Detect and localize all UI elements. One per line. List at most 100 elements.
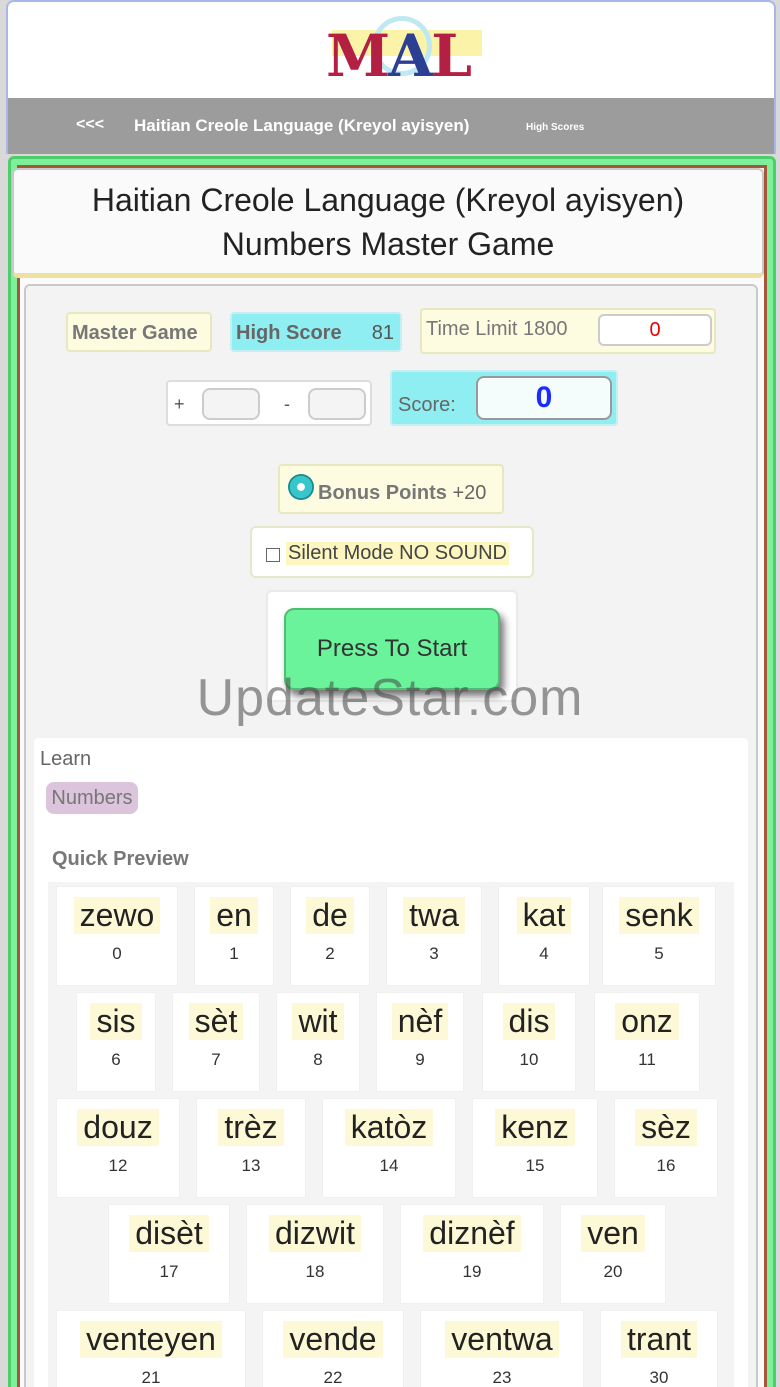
- number-digit: 4: [539, 944, 549, 963]
- number-card[interactable]: diznèf 19: [400, 1204, 544, 1304]
- high-score-badge: High Score 81: [230, 312, 402, 352]
- minus-sign: -: [284, 394, 290, 414]
- correct-wrong-counter: + -: [166, 380, 372, 426]
- number-card[interactable]: dizwit 18: [246, 1204, 384, 1304]
- number-digit: 11: [638, 1050, 656, 1069]
- number-word: ven: [581, 1215, 645, 1252]
- plus-sign: +: [174, 394, 185, 414]
- number-card[interactable]: trèz 13: [196, 1098, 306, 1198]
- number-word: senk: [619, 897, 699, 934]
- number-word: trèz: [218, 1109, 284, 1146]
- logo-text: MAL: [326, 22, 472, 90]
- number-digit: 30: [649, 1368, 669, 1387]
- language-link[interactable]: Haitian Creole Language (Kreyol ayisyen): [134, 116, 469, 136]
- number-digit: 18: [305, 1262, 325, 1281]
- number-card[interactable]: katòz 14: [322, 1098, 456, 1198]
- master-game-badge: Master Game: [66, 312, 212, 352]
- number-word: de: [306, 897, 354, 934]
- silent-mode-label: Silent Mode NO SOUND: [286, 542, 509, 565]
- number-digit: 2: [325, 944, 335, 963]
- high-score-value: 81: [371, 322, 394, 344]
- number-word: venteyen: [80, 1321, 222, 1358]
- number-digit: 9: [415, 1050, 425, 1069]
- number-card[interactable]: ven 20: [560, 1204, 666, 1304]
- number-word: vende: [283, 1321, 383, 1358]
- number-word: zewo: [73, 897, 161, 934]
- number-digit: 19: [462, 1262, 482, 1281]
- number-word: diznèf: [423, 1215, 521, 1252]
- number-digit: 15: [525, 1156, 545, 1175]
- time-limit-label: Time Limit 1800: [426, 318, 568, 340]
- number-digit: 10: [519, 1050, 539, 1069]
- number-word: nèf: [391, 1003, 449, 1040]
- number-digit: 3: [429, 944, 439, 963]
- number-card[interactable]: sèt 7: [172, 992, 260, 1092]
- number-digit: 16: [656, 1156, 676, 1175]
- number-card[interactable]: douz 12: [56, 1098, 180, 1198]
- time-limit-badge: Time Limit 1800 0: [420, 308, 716, 354]
- number-word: kenz: [495, 1109, 575, 1146]
- number-card[interactable]: onz 11: [594, 992, 700, 1092]
- number-card[interactable]: senk 5: [602, 886, 716, 986]
- number-card[interactable]: dis 10: [482, 992, 576, 1092]
- number-digit: 7: [211, 1050, 221, 1069]
- number-card[interactable]: sèz 16: [614, 1098, 718, 1198]
- score-label: Score:: [398, 394, 456, 416]
- number-digit: 23: [492, 1368, 512, 1387]
- back-link[interactable]: <<<: [76, 116, 104, 134]
- number-digit: 13: [241, 1156, 261, 1175]
- number-word: sèz: [635, 1109, 697, 1146]
- correct-count-field: [202, 388, 260, 420]
- number-digit: 12: [108, 1156, 128, 1175]
- number-word: douz: [77, 1109, 159, 1146]
- title-language: Haitian Creole Language (Kreyol ayisyen): [91, 182, 685, 218]
- number-card[interactable]: twa 3: [386, 886, 482, 986]
- number-word: sèt: [188, 1003, 244, 1040]
- number-word: disèt: [129, 1215, 209, 1252]
- number-word: onz: [615, 1003, 679, 1040]
- number-digit: 22: [323, 1368, 343, 1387]
- score-value: 0: [476, 376, 612, 420]
- time-counter: 0: [598, 314, 712, 346]
- numbers-tag[interactable]: Numbers: [46, 782, 138, 814]
- silent-mode-checkbox[interactable]: [266, 548, 280, 562]
- site-header: MAL: [6, 0, 776, 98]
- number-card[interactable]: zewo 0: [56, 886, 178, 986]
- quick-preview-heading: Quick Preview: [52, 848, 189, 870]
- number-digit: 5: [654, 944, 664, 963]
- number-card[interactable]: trant 30: [600, 1310, 718, 1387]
- number-card[interactable]: sis 6: [76, 992, 156, 1092]
- number-word: kat: [516, 897, 572, 934]
- number-word: trant: [620, 1321, 698, 1358]
- number-word: katòz: [344, 1109, 434, 1146]
- number-word: dizwit: [268, 1215, 361, 1252]
- title-game: Numbers Master Game: [221, 226, 555, 262]
- number-word: en: [210, 897, 258, 934]
- number-digit: 14: [379, 1156, 399, 1175]
- number-card[interactable]: vende 22: [262, 1310, 404, 1387]
- number-card[interactable]: de 2: [290, 886, 370, 986]
- wrong-count-field: [308, 388, 366, 420]
- number-card[interactable]: ventwa 23: [420, 1310, 584, 1387]
- bonus-label: Bonus Points: [318, 482, 447, 504]
- bonus-points: Bonus Points +20: [278, 464, 504, 514]
- number-word: ventwa: [445, 1321, 559, 1358]
- number-digit: 17: [159, 1262, 179, 1281]
- number-digit: 6: [111, 1050, 121, 1069]
- number-card[interactable]: kenz 15: [472, 1098, 598, 1198]
- number-word: wit: [292, 1003, 344, 1040]
- learn-label: Learn: [40, 748, 92, 770]
- high-scores-link[interactable]: High Scores: [526, 122, 584, 133]
- number-card[interactable]: disèt 17: [108, 1204, 230, 1304]
- number-card[interactable]: nèf 9: [376, 992, 464, 1092]
- number-digit: 1: [229, 944, 239, 963]
- mal-logo[interactable]: MAL: [308, 14, 488, 94]
- number-card[interactable]: venteyen 21: [56, 1310, 246, 1387]
- number-word: dis: [502, 1003, 556, 1040]
- number-card[interactable]: kat 4: [498, 886, 590, 986]
- silent-mode-toggle[interactable]: Silent Mode NO SOUND: [250, 526, 534, 578]
- number-digit: 21: [141, 1368, 161, 1387]
- number-card[interactable]: wit 8: [276, 992, 360, 1092]
- number-card[interactable]: en 1: [194, 886, 274, 986]
- number-digit: 0: [112, 944, 122, 963]
